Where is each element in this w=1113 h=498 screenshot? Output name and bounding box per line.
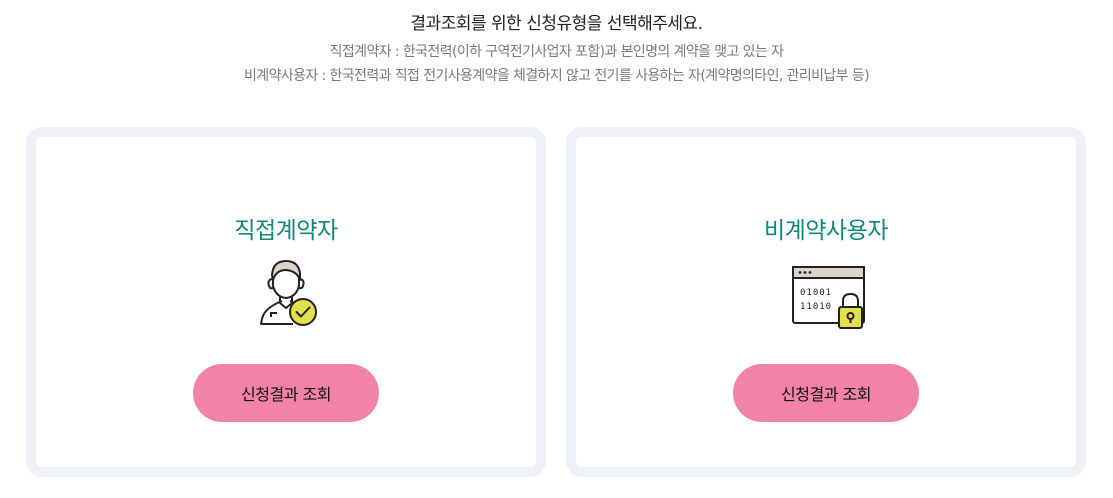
- card-title-direct-contractor: 직접계약자: [234, 218, 338, 244]
- description-non-contract-user: 비계약사용자 : 한국전력과 직접 전기사용계약을 체결하지 않고 전기를 사용…: [244, 68, 870, 84]
- binary-row-1: 01001: [800, 288, 832, 298]
- result-inquiry-button-non-contract[interactable]: 신청결과 조회: [733, 364, 919, 422]
- description-direct-contractor: 직접계약자 : 한국전력(이하 구역전기사업자 포함)과 본인명의 계약을 맺고…: [329, 44, 784, 60]
- card-non-contract-user[interactable]: 비계약사용자 01001 11010 신청결과 조회: [566, 127, 1086, 477]
- card-direct-contractor[interactable]: 직접계약자 신청결과 조회: [26, 127, 546, 477]
- user-check-icon: [246, 253, 326, 333]
- binary-row-2: 11010: [800, 302, 832, 312]
- intro-section: 결과조회를 위한 신청유형을 선택해주세요. 직접계약자 : 한국전력(이하 구…: [0, 12, 1113, 88]
- page-title: 결과조회를 위한 신청유형을 선택해주세요.: [410, 14, 703, 34]
- result-inquiry-button-direct[interactable]: 신청결과 조회: [193, 364, 379, 422]
- card-title-non-contract-user: 비계약사용자: [764, 218, 888, 244]
- browser-lock-icon: 01001 11010: [786, 253, 866, 333]
